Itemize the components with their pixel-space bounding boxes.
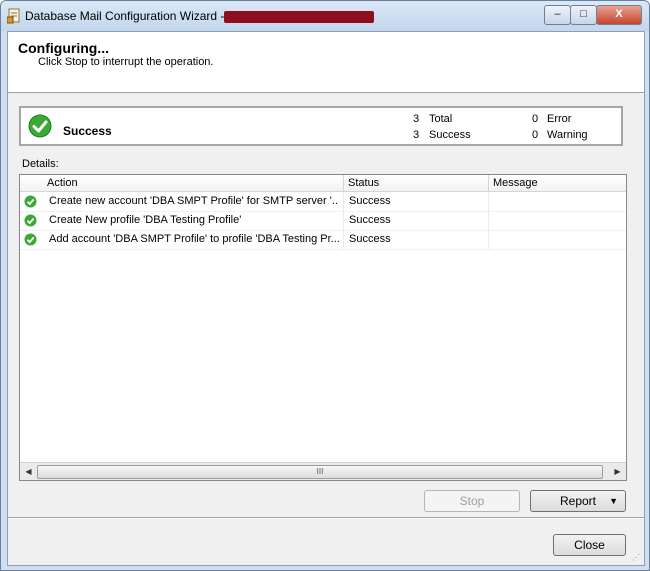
success-label: Success: [429, 129, 471, 141]
warning-label: Warning: [547, 129, 588, 141]
scroll-left-arrow-icon[interactable]: ◀: [22, 465, 35, 478]
column-divider[interactable]: [488, 175, 489, 191]
column-header-status[interactable]: Status: [348, 177, 379, 189]
cell-divider: [343, 211, 344, 230]
page-title: Configuring...: [18, 40, 109, 56]
cell-divider: [488, 192, 489, 211]
total-count: 3: [413, 113, 420, 125]
page-subtitle: Click Stop to interrupt the operation.: [38, 56, 214, 68]
details-label: Details:: [22, 158, 59, 170]
success-check-icon: [24, 214, 37, 227]
table-row[interactable]: Create New profile 'DBA Testing Profile'…: [20, 211, 626, 231]
details-grid[interactable]: Action Status Message Create new account…: [19, 174, 627, 481]
grid-header: Action Status Message: [20, 175, 626, 192]
overall-status: Success: [63, 124, 112, 138]
wizard-client-area: Configuring... Click Stop to interrupt t…: [7, 31, 645, 566]
wizard-header: Configuring... Click Stop to interrupt t…: [8, 32, 644, 93]
redacted-title-part: [224, 11, 374, 23]
horizontal-scrollbar[interactable]: ◀ III ▶: [20, 462, 626, 480]
title-bar[interactable]: Database Mail Configuration Wizard - – □…: [1, 1, 649, 31]
success-count: 3: [413, 129, 420, 141]
cell-divider: [343, 192, 344, 211]
row-action: Add account 'DBA SMPT Profile' to profil…: [49, 233, 339, 245]
stop-button[interactable]: Stop: [424, 490, 520, 512]
close-button[interactable]: Close: [553, 534, 626, 556]
scrollbar-thumb[interactable]: III: [37, 465, 603, 479]
warning-count: 0: [532, 129, 539, 141]
column-header-action[interactable]: Action: [47, 177, 78, 189]
window-title: Database Mail Configuration Wizard -: [25, 9, 225, 23]
cell-divider: [343, 230, 344, 249]
close-window-button[interactable]: X: [596, 5, 642, 25]
status-summary-panel: Success 3 Total 3 Success 0 Error 0 Warn…: [19, 106, 623, 146]
row-action: Create New profile 'DBA Testing Profile': [49, 214, 242, 226]
row-status: Success: [349, 233, 391, 245]
row-action: Create new account 'DBA SMPT Profile' fo…: [49, 195, 339, 207]
cell-divider: [488, 230, 489, 249]
success-check-icon: [24, 233, 37, 246]
total-label: Total: [429, 113, 453, 125]
column-header-message[interactable]: Message: [493, 177, 538, 189]
report-button[interactable]: Report ▼: [530, 490, 626, 512]
table-row[interactable]: Create new account 'DBA SMPT Profile' fo…: [20, 192, 626, 212]
wizard-window: Database Mail Configuration Wizard - – □…: [0, 0, 650, 571]
column-divider[interactable]: [343, 175, 344, 191]
footer-divider-highlight: [8, 518, 644, 519]
success-check-icon: [24, 195, 37, 208]
row-status: Success: [349, 214, 391, 226]
report-button-label: Report: [559, 494, 597, 508]
table-row[interactable]: Add account 'DBA SMPT Profile' to profil…: [20, 230, 626, 250]
error-count: 0: [532, 113, 539, 125]
resize-grip-icon[interactable]: ⋰: [632, 553, 642, 563]
minimize-button[interactable]: –: [544, 5, 571, 25]
maximize-button[interactable]: □: [570, 5, 597, 25]
chevron-down-icon: ▼: [609, 496, 618, 506]
wizard-app-icon: [7, 8, 20, 24]
cell-divider: [488, 211, 489, 230]
error-label: Error: [547, 113, 572, 125]
row-status: Success: [349, 195, 391, 207]
scroll-right-arrow-icon[interactable]: ▶: [611, 465, 624, 478]
success-check-icon: [28, 114, 52, 138]
